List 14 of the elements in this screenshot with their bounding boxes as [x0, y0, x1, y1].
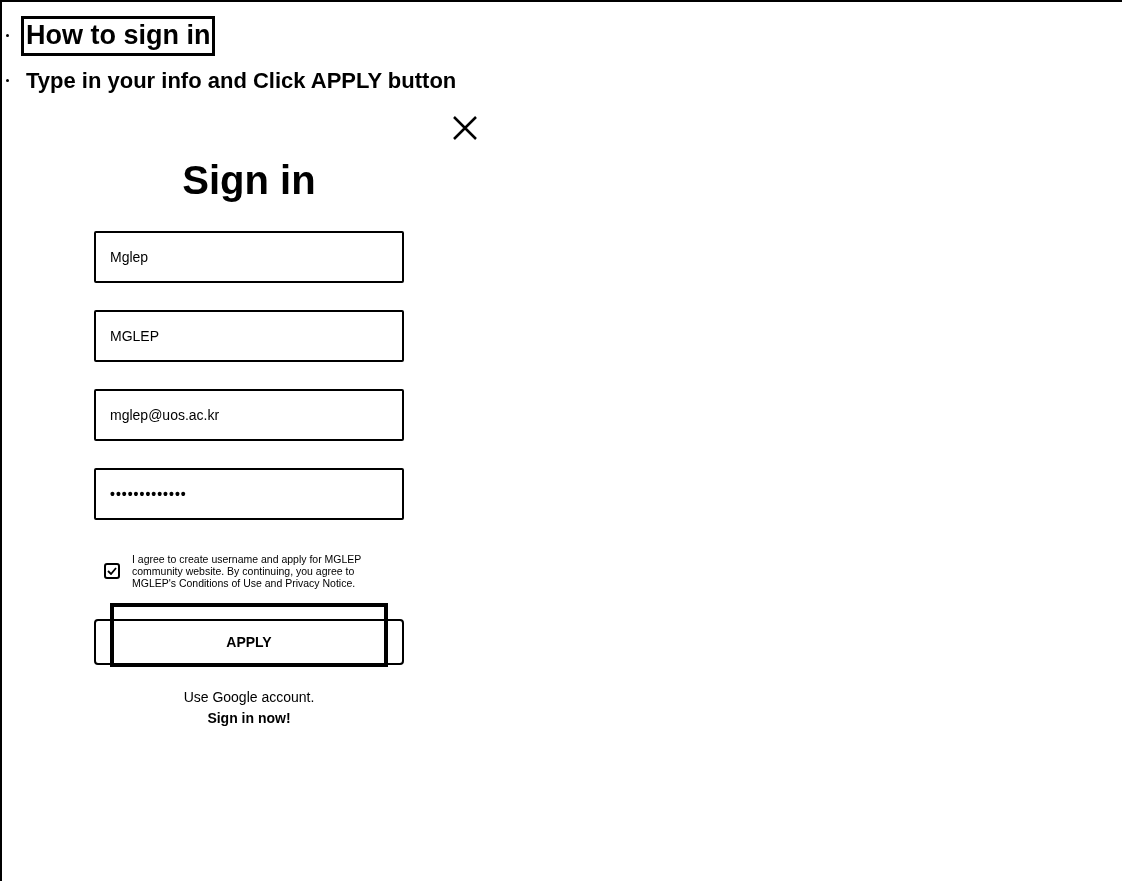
google-note: Use Google account.	[183, 688, 315, 708]
checkbox[interactable]	[104, 563, 120, 580]
close-icon[interactable]	[452, 115, 478, 142]
dialog-title: Sign in	[182, 157, 316, 205]
input-field[interactable]: mglep@uos.ac.kr	[94, 389, 404, 442]
sign-in-link[interactable]: Sign in now!	[207, 708, 291, 730]
input-field[interactable]: MGLEP	[94, 310, 404, 363]
apply-button[interactable]: APPLY	[94, 619, 404, 666]
password-field[interactable]: •••••••••••••	[94, 468, 404, 521]
instruction-text: Type in your info and Click APPLY button	[25, 66, 458, 95]
check-icon	[107, 567, 117, 576]
input-field[interactable]: Mglep	[94, 231, 404, 284]
agreement-text: I agree to create username and apply for MGLEP community website. By continuing, you agree to MGLEP's Conditions of Use and Privacy Notice.	[132, 553, 363, 590]
instruction-heading: How to sign in	[21, 16, 216, 56]
